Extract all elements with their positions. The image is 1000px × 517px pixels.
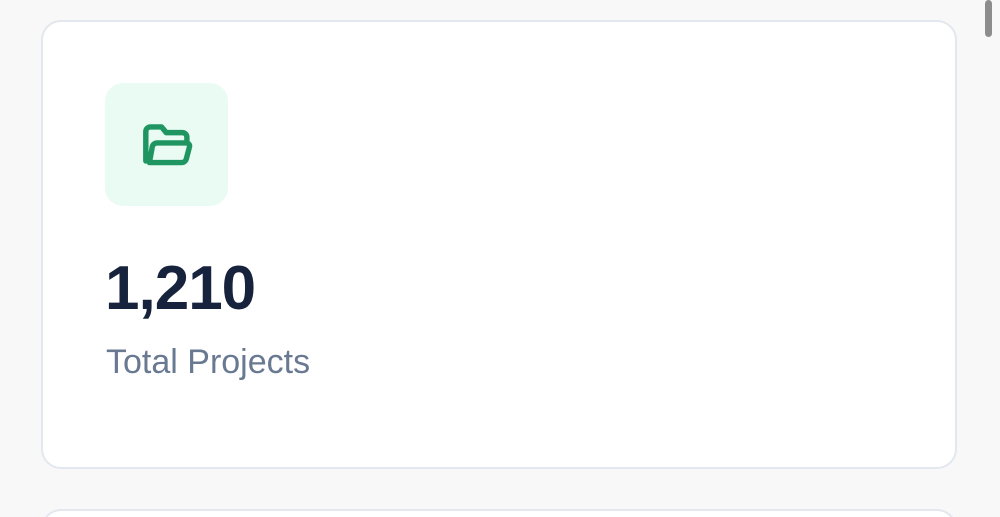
dashboard-viewport: 1,210 Total Projects xyxy=(0,0,1000,517)
next-card-top-edge xyxy=(41,509,957,517)
project-icon-tile xyxy=(105,83,228,206)
vertical-scrollbar-thumb[interactable] xyxy=(985,0,992,37)
total-projects-value: 1,210 xyxy=(105,254,256,323)
total-projects-stat-card: 1,210 Total Projects xyxy=(41,20,957,469)
folder-open-icon xyxy=(142,123,192,165)
total-projects-label: Total Projects xyxy=(106,343,311,381)
